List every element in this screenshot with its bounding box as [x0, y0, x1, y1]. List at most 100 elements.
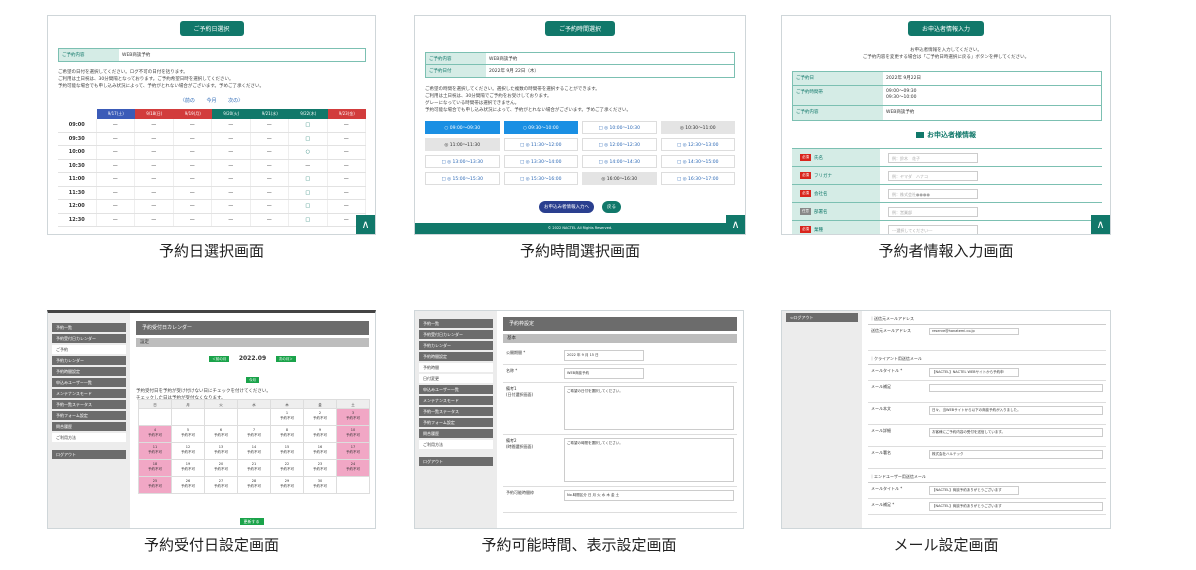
- day-unavailable-checkbox[interactable]: 予約不可: [238, 450, 270, 455]
- slot-mark[interactable]: —: [328, 146, 366, 159]
- setting-input[interactable]: No.時間区分 日 月 火 水 木 金 土: [564, 490, 734, 501]
- calendar-day[interactable]: 11 予約不可: [139, 443, 172, 460]
- day-unavailable-checkbox[interactable]: 予約不可: [139, 433, 171, 438]
- slot-mark[interactable]: —: [212, 119, 251, 132]
- sidebar-item[interactable]: 問合履歴: [52, 422, 126, 431]
- next-month-button[interactable]: 次の月＞: [275, 356, 296, 362]
- time-slot-button[interactable]: □ ◎ 12:00〜12:30: [582, 138, 657, 151]
- slot-mark[interactable]: —: [212, 186, 251, 199]
- setting-input[interactable]: 2022 年 9 月 15 日: [564, 350, 644, 361]
- slot-mark[interactable]: —: [212, 213, 251, 226]
- slot-mark[interactable]: —: [174, 119, 212, 132]
- slot-mark[interactable]: —: [328, 132, 366, 145]
- sidebar-item[interactable]: 予約一覧ステータス: [52, 400, 126, 409]
- day-unavailable-checkbox[interactable]: 予約不可: [238, 467, 270, 472]
- calendar-day[interactable]: 3 予約不可: [337, 409, 370, 426]
- day-unavailable-checkbox[interactable]: 予約不可: [337, 433, 369, 438]
- day-unavailable-checkbox[interactable]: 予約不可: [139, 450, 171, 455]
- calendar-day[interactable]: 30 予約不可: [304, 477, 337, 494]
- day-unavailable-checkbox[interactable]: 予約不可: [304, 467, 336, 472]
- today-button[interactable]: 今月: [246, 377, 259, 383]
- calendar-day[interactable]: 19 予約不可: [172, 460, 205, 477]
- slot-mark[interactable]: —: [251, 186, 289, 199]
- text-input[interactable]: 例：ヤマダ ハナコ: [888, 170, 978, 181]
- slot-mark[interactable]: —: [328, 119, 366, 132]
- calendar-day[interactable]: 28 予約不可: [238, 477, 271, 494]
- slot-mark[interactable]: ○: [289, 146, 328, 159]
- logout-button[interactable]: ⇦ログアウト: [786, 313, 858, 322]
- slot-mark[interactable]: —: [212, 200, 251, 213]
- sidebar-item[interactable]: ご利用方法: [52, 433, 126, 442]
- sidebar-item[interactable]: 予約一覧: [419, 319, 493, 328]
- time-slot-button[interactable]: ◎ 10:30〜11:00: [660, 121, 735, 134]
- slot-mark[interactable]: —: [97, 119, 135, 132]
- calendar-day[interactable]: 23 予約不可: [304, 460, 337, 477]
- sidebar-item[interactable]: 予約一覧: [52, 323, 126, 332]
- sidebar-item[interactable]: ログアウト: [419, 457, 493, 466]
- slot-mark[interactable]: □: [289, 200, 328, 213]
- slot-mark[interactable]: —: [212, 132, 251, 145]
- calendar-day[interactable]: 7 予約不可: [238, 426, 271, 443]
- slot-mark[interactable]: —: [328, 186, 366, 199]
- sidebar-item[interactable]: 予約カレンダー: [52, 356, 126, 365]
- slot-mark[interactable]: —: [174, 132, 212, 145]
- day-unavailable-checkbox[interactable]: 予約不可: [337, 416, 369, 421]
- sidebar-item[interactable]: 問合履歴: [419, 429, 493, 438]
- text-input[interactable]: 例：鈴木 花子: [888, 152, 978, 163]
- mail-input[interactable]: 株式会社ハルテック: [929, 450, 1103, 459]
- day-unavailable-checkbox[interactable]: 予約不可: [172, 467, 204, 472]
- calendar-day[interactable]: [337, 477, 370, 494]
- calendar-day[interactable]: 2 予約不可: [304, 409, 337, 426]
- slot-mark[interactable]: —: [135, 119, 174, 132]
- day-unavailable-checkbox[interactable]: 予約不可: [139, 484, 171, 489]
- slot-mark[interactable]: —: [251, 200, 289, 213]
- calendar-day[interactable]: 18 予約不可: [139, 460, 172, 477]
- slot-mark[interactable]: —: [212, 159, 251, 172]
- prev-month-button[interactable]: ＜前の月: [209, 356, 230, 362]
- sidebar-item[interactable]: 予約時間設定: [52, 367, 126, 376]
- calendar-day[interactable]: [238, 409, 271, 426]
- slot-mark[interactable]: —: [174, 186, 212, 199]
- rich-text-editor[interactable]: ご希望の時間を選択してください。: [564, 438, 734, 482]
- time-slot-button[interactable]: □ ◎ 11:30〜12:00: [503, 138, 578, 151]
- setting-input[interactable]: WEB商談予約: [564, 368, 644, 379]
- sidebar-item[interactable]: 申込みユーザー一覧: [52, 378, 126, 387]
- slot-mark[interactable]: —: [251, 173, 289, 186]
- slot-mark[interactable]: —: [174, 146, 212, 159]
- time-slot-button[interactable]: □ ◎ 15:30〜16:00: [503, 172, 578, 185]
- day-unavailable-checkbox[interactable]: 予約不可: [337, 467, 369, 472]
- day-unavailable-checkbox[interactable]: 予約不可: [304, 416, 336, 421]
- back-button[interactable]: 戻る: [602, 201, 622, 213]
- calendar-day[interactable]: 10 予約不可: [337, 426, 370, 443]
- text-input[interactable]: 例：株式会社●●●●: [888, 188, 978, 199]
- calendar-day[interactable]: 24 予約不可: [337, 460, 370, 477]
- slot-mark[interactable]: —: [251, 159, 289, 172]
- day-unavailable-checkbox[interactable]: 予約不可: [205, 467, 237, 472]
- slot-mark[interactable]: —: [328, 159, 366, 172]
- day-unavailable-checkbox[interactable]: 予約不可: [271, 416, 303, 421]
- time-slot-button[interactable]: ◎ 16:00〜16:30: [582, 172, 657, 185]
- slot-mark[interactable]: —: [212, 146, 251, 159]
- calendar-day[interactable]: 1 予約不可: [271, 409, 304, 426]
- day-unavailable-checkbox[interactable]: 予約不可: [172, 484, 204, 489]
- slot-mark[interactable]: —: [135, 173, 174, 186]
- slot-mark[interactable]: —: [97, 173, 135, 186]
- calendar-day[interactable]: 15 予約不可: [271, 443, 304, 460]
- prev-link[interactable]: 〈前の: [180, 98, 195, 104]
- scroll-top-button[interactable]: ∧: [726, 215, 745, 234]
- sidebar-item[interactable]: 予約時間: [419, 363, 493, 372]
- slot-mark[interactable]: —: [135, 146, 174, 159]
- sidebar-item[interactable]: 予約フォーム設定: [52, 411, 126, 420]
- slot-mark[interactable]: —: [97, 186, 135, 199]
- slot-mark[interactable]: —: [251, 146, 289, 159]
- slot-mark[interactable]: —: [135, 200, 174, 213]
- slot-mark[interactable]: □: [289, 213, 328, 226]
- slot-mark[interactable]: —: [251, 213, 289, 226]
- sidebar-item[interactable]: 予約一覧ステータス: [419, 407, 493, 416]
- day-unavailable-checkbox[interactable]: 予約不可: [238, 484, 270, 489]
- calendar-day[interactable]: 4 予約不可: [139, 426, 172, 443]
- day-unavailable-checkbox[interactable]: 予約不可: [304, 450, 336, 455]
- slot-mark[interactable]: —: [174, 173, 212, 186]
- time-slot-button[interactable]: □ ◎ 14:00〜14:30: [582, 155, 657, 168]
- calendar-day[interactable]: 21 予約不可: [238, 460, 271, 477]
